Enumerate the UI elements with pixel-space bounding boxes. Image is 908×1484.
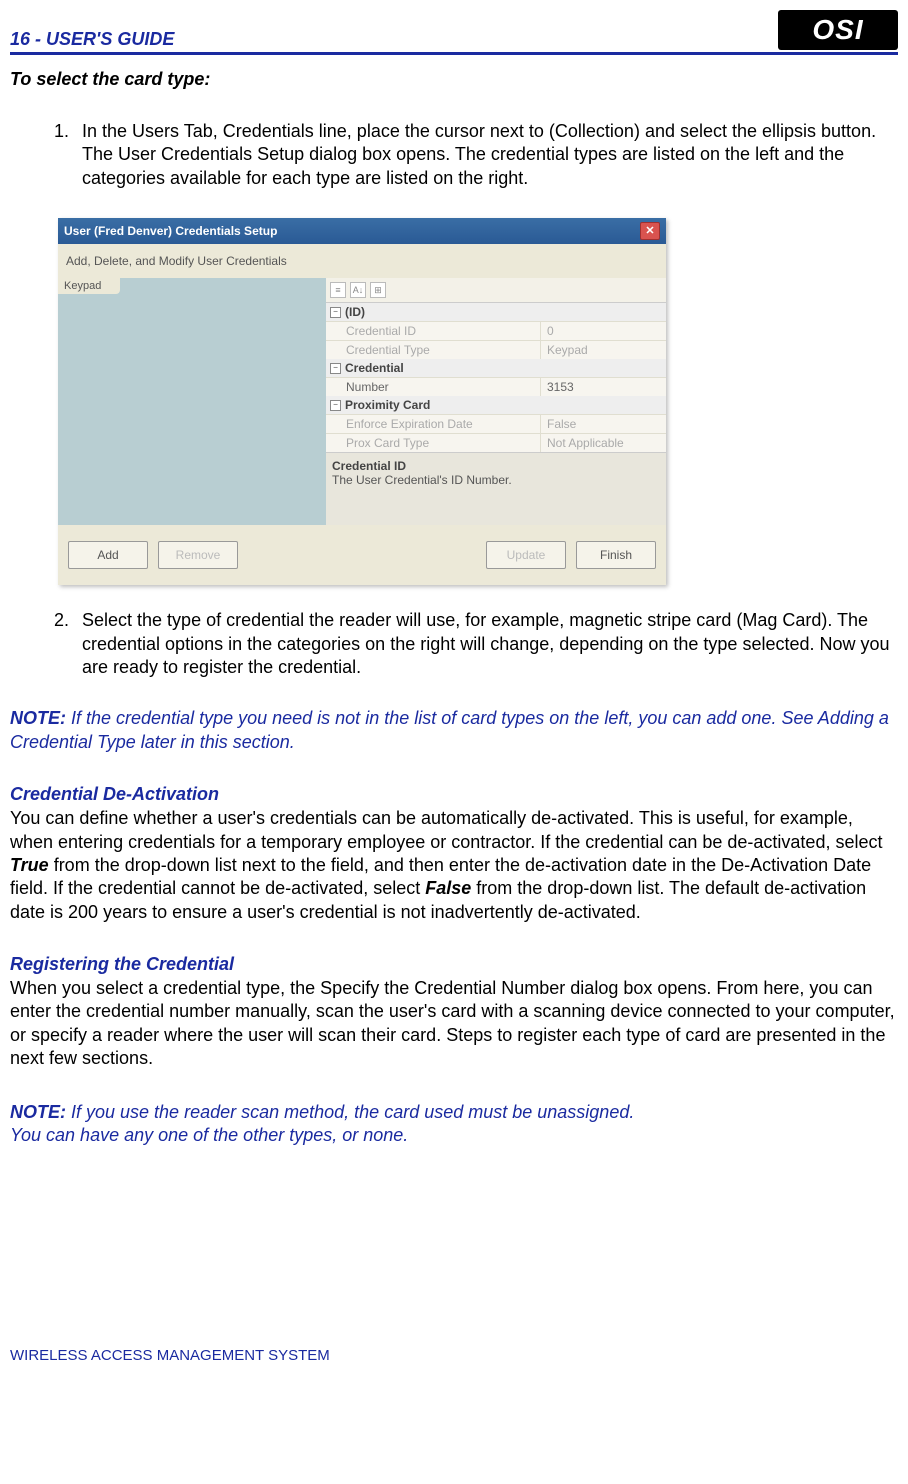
page: 16 - USER'S GUIDE OSI To select the card…	[0, 10, 908, 1374]
step-1: In the Users Tab, Credentials line, plac…	[74, 120, 898, 190]
guide-title: USER'S GUIDE	[46, 29, 174, 49]
row-enforce-expiration: Enforce Expiration DateFalse	[326, 414, 666, 433]
note2-line2: You can have any one of the other types,…	[10, 1125, 408, 1145]
label-enforce-expiration: Enforce Expiration Date	[326, 415, 541, 433]
type-keypad[interactable]: Keypad	[58, 278, 120, 294]
group-proximity-card[interactable]: −Proximity Card	[326, 396, 666, 414]
property-grid: −(ID) Credential ID0 Credential TypeKeyp…	[326, 302, 666, 452]
remove-button: Remove	[158, 541, 238, 569]
collapse-icon[interactable]: −	[330, 363, 341, 374]
label-prox-card-type: Prox Card Type	[326, 434, 541, 452]
page-header: 16 - USER'S GUIDE OSI	[10, 10, 898, 55]
dialog-title: User (Fred Denver) Credentials Setup	[64, 224, 277, 238]
group-id-label: (ID)	[345, 305, 365, 319]
section-title: To select the card type:	[10, 69, 898, 90]
categorized-icon[interactable]: ≡	[330, 282, 346, 298]
credentials-setup-dialog: User (Fred Denver) Credentials Setup ✕ A…	[58, 218, 666, 585]
help-title: Credential ID	[332, 459, 660, 473]
page-number: 16	[10, 29, 30, 49]
group-id[interactable]: −(ID)	[326, 303, 666, 321]
label-credential-type: Credential Type	[326, 341, 541, 359]
dialog-subtitle: Add, Delete, and Modify User Credentials	[58, 244, 666, 278]
alphabetical-icon[interactable]: A↓	[350, 282, 366, 298]
note-body: If the credential type you need is not i…	[10, 708, 889, 751]
para-registering: When you select a credential type, the S…	[10, 977, 898, 1071]
note2-line1: If you use the reader scan method, the c…	[66, 1102, 634, 1122]
update-button: Update	[486, 541, 566, 569]
header-sep: -	[30, 29, 46, 49]
property-pages-icon[interactable]: ⊞	[370, 282, 386, 298]
row-number[interactable]: Number3153	[326, 377, 666, 396]
finish-button[interactable]: Finish	[576, 541, 656, 569]
property-help: Credential ID The User Credential's ID N…	[326, 452, 666, 525]
collapse-icon[interactable]: −	[330, 400, 341, 411]
close-icon[interactable]: ✕	[640, 222, 660, 240]
property-toolbar: ≡ A↓ ⊞	[326, 278, 666, 302]
collapse-icon[interactable]: −	[330, 307, 341, 318]
group-credential-label: Credential	[345, 361, 404, 375]
value-credential-type: Keypad	[541, 341, 666, 359]
osi-logo: OSI	[778, 10, 898, 50]
dialog-body: Keypad ≡ A↓ ⊞ −(ID) Credential ID0 Crede…	[58, 278, 666, 525]
note2-label: NOTE:	[10, 1102, 66, 1122]
note-2: NOTE: If you use the reader scan method,…	[10, 1101, 898, 1148]
label-credential-id: Credential ID	[326, 322, 541, 340]
add-button[interactable]: Add	[68, 541, 148, 569]
group-credential[interactable]: −Credential	[326, 359, 666, 377]
step-2: Select the type of credential the reader…	[74, 609, 898, 679]
header-left: 16 - USER'S GUIDE	[10, 29, 768, 50]
heading-registering: Registering the Credential	[10, 954, 898, 975]
para-deactivation: You can define whether a user's credenti…	[10, 807, 898, 924]
value-enforce-expiration: False	[541, 415, 666, 433]
value-number[interactable]: 3153	[541, 378, 666, 396]
row-prox-card-type: Prox Card TypeNot Applicable	[326, 433, 666, 452]
note-1: NOTE: If the credential type you need is…	[10, 707, 898, 754]
credential-type-list[interactable]: Keypad	[58, 278, 326, 525]
heading-deactivation: Credential De-Activation	[10, 784, 898, 805]
note-label: NOTE:	[10, 708, 66, 728]
dialog-titlebar: User (Fred Denver) Credentials Setup ✕	[58, 218, 666, 244]
page-footer: WIRELESS ACCESS MANAGEMENT SYSTEM	[10, 1347, 898, 1364]
deact-true: True	[10, 855, 49, 875]
value-credential-id: 0	[541, 322, 666, 340]
group-proximity-label: Proximity Card	[345, 398, 430, 412]
steps-list: In the Users Tab, Credentials line, plac…	[10, 120, 898, 190]
deact-false: False	[425, 878, 471, 898]
help-body: The User Credential's ID Number.	[332, 473, 660, 487]
deact-pre: You can define whether a user's credenti…	[10, 808, 882, 851]
steps-list-2: Select the type of credential the reader…	[10, 609, 898, 679]
dialog-footer: Add Remove Update Finish	[58, 525, 666, 585]
value-prox-card-type: Not Applicable	[541, 434, 666, 452]
page-content: To select the card type: In the Users Ta…	[10, 55, 898, 1364]
row-credential-type: Credential TypeKeypad	[326, 340, 666, 359]
property-panel: ≡ A↓ ⊞ −(ID) Credential ID0 Credential T…	[326, 278, 666, 525]
row-credential-id: Credential ID0	[326, 321, 666, 340]
label-number: Number	[326, 378, 541, 396]
